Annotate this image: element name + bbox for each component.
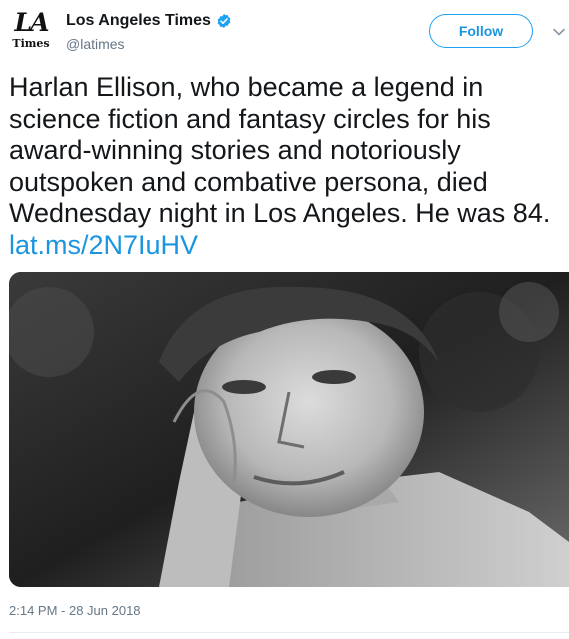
portrait-photo-image <box>9 272 569 587</box>
name-row: Los Angeles Times <box>66 12 232 30</box>
avatar[interactable]: LA Times <box>10 10 52 54</box>
tweet-timestamp[interactable]: 2:14 PM - 28 Jun 2018 <box>9 603 141 618</box>
user-info: Los Angeles Times @latimes <box>66 12 232 52</box>
tweet-text-line: Harlan Ellison, who became a legend in <box>9 72 484 102</box>
tweet-text-line: outspoken and combative persona, died <box>9 166 488 197</box>
verified-badge-icon <box>216 13 232 29</box>
tweet-text-line: award-winning stories and notoriously <box>9 135 461 165</box>
tweet-text-line: Wednesday night in Los Angeles. He was 8… <box>9 198 551 228</box>
tweet-card: LA Times Los Angeles Times @latimes Foll… <box>0 0 569 639</box>
divider <box>9 632 569 633</box>
chevron-down-icon[interactable] <box>552 25 566 37</box>
tweet-photo[interactable] <box>9 272 569 587</box>
avatar-logo-bottom: Times <box>12 37 50 50</box>
account-handle[interactable]: @latimes <box>66 36 232 52</box>
avatar-logo-top: LA <box>14 8 50 37</box>
account-name[interactable]: Los Angeles Times <box>66 12 211 30</box>
follow-button[interactable]: Follow <box>429 14 533 48</box>
tweet-text-line: science fiction and fantasy circles for … <box>9 103 491 134</box>
tweet-text: Harlan Ellison, who became a legend in s… <box>9 72 565 261</box>
tweet-link[interactable]: lat.ms/2N7IuHV <box>9 230 565 262</box>
